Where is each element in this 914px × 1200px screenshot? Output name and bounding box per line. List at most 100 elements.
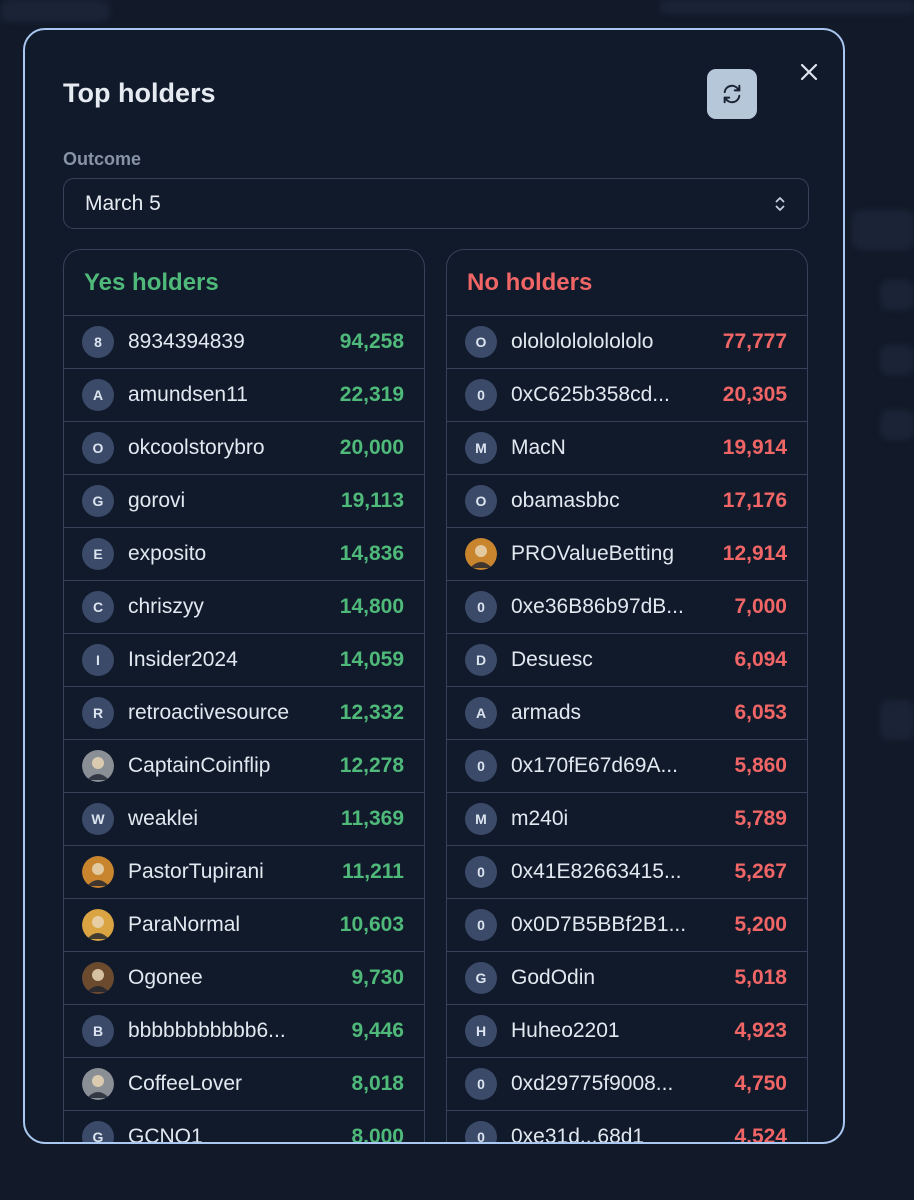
- holder-row[interactable]: Bbbbbbbbbbbb6... 9,446: [64, 1005, 424, 1058]
- avatar: R: [82, 697, 114, 729]
- holder-name: 0x0D7B5BBf2B1...: [511, 913, 687, 936]
- holder-amount: 14,800: [339, 595, 404, 618]
- holder-amount: 17,176: [722, 489, 787, 512]
- holder-amount: 12,278: [339, 754, 404, 777]
- avatar: C: [82, 591, 114, 623]
- holder-row[interactable]: 0 0xd29775f9008... 4,750: [447, 1058, 807, 1111]
- holder-name: ololololololololo: [511, 330, 654, 353]
- holder-row[interactable]: ParaNormal 10,603: [64, 899, 424, 952]
- holder-amount: 4,524: [734, 1125, 787, 1144]
- avatar: O: [82, 432, 114, 464]
- holder-row[interactable]: PastorTupirani 11,211: [64, 846, 424, 899]
- holder-row[interactable]: Aarmads 6,053: [447, 687, 807, 740]
- holder-amount: 11,369: [340, 807, 404, 830]
- outcome-label: Outcome: [63, 149, 142, 169]
- holder-row[interactable]: I Insider2024 14,059: [64, 634, 424, 687]
- holder-row[interactable]: CoffeeLover 8,018: [64, 1058, 424, 1111]
- avatar: 8: [82, 326, 114, 358]
- holder-amount: 94,258: [339, 330, 404, 353]
- holder-row[interactable]: 8 8934394839 94,258: [64, 316, 424, 369]
- holder-amount: 7,000: [734, 595, 787, 618]
- refresh-icon: [723, 84, 741, 104]
- holder-row[interactable]: Eexposito 14,836: [64, 528, 424, 581]
- avatar: [465, 538, 497, 570]
- holder-row[interactable]: Cchriszyy 14,800: [64, 581, 424, 634]
- holder-name: Insider2024: [128, 648, 238, 671]
- holder-row[interactable]: 0 0xe36B86b97dB... 7,000: [447, 581, 807, 634]
- holder-amount: 4,750: [734, 1072, 787, 1095]
- avatar: 0: [465, 1068, 497, 1100]
- avatar: A: [82, 379, 114, 411]
- holder-row[interactable]: Ogonee 9,730: [64, 952, 424, 1005]
- holder-name: obamasbbc: [511, 489, 620, 512]
- avatar: 0: [465, 591, 497, 623]
- holder-row[interactable]: Rretroactivesource 12,332: [64, 687, 424, 740]
- holder-amount: 77,777: [722, 330, 787, 353]
- backdrop-shape: [880, 410, 914, 440]
- holder-amount: 10,603: [339, 913, 404, 936]
- holder-row[interactable]: H Huheo2201 4,923: [447, 1005, 807, 1058]
- holder-name: okcoolstorybro: [128, 436, 265, 459]
- holder-row[interactable]: PROValueBetting 12,914: [447, 528, 807, 581]
- outcome-select[interactable]: March 5: [63, 178, 809, 229]
- holder-name: armads: [511, 701, 582, 724]
- holder-row[interactable]: D Desuesc 6,094: [447, 634, 807, 687]
- avatar: A: [465, 697, 497, 729]
- backdrop-shape: [880, 280, 914, 310]
- holder-row[interactable]: Oobamasbbc 17,176: [447, 475, 807, 528]
- holder-amount: 20,305: [722, 383, 787, 406]
- modal-title: Top holders: [63, 78, 216, 108]
- holder-row[interactable]: 0 0xC625b358cd... 20,305: [447, 369, 807, 422]
- holder-name: ParaNormal: [128, 913, 241, 936]
- holder-name: m240i: [511, 807, 569, 830]
- holder-name: gorovi: [128, 489, 186, 512]
- holder-row[interactable]: Oololololololololo 77,777: [447, 316, 807, 369]
- holder-amount: 12,914: [722, 542, 787, 565]
- avatar: 0: [465, 856, 497, 888]
- backdrop-shape: [880, 700, 914, 740]
- avatar: B: [82, 1015, 114, 1047]
- holder-amount: 4,923: [734, 1019, 787, 1042]
- holder-row[interactable]: Aamundsen11 22,319: [64, 369, 424, 422]
- holder-row[interactable]: 0 0x41E82663415... 5,267: [447, 846, 807, 899]
- close-button[interactable]: [795, 58, 823, 86]
- avatar: G: [82, 485, 114, 517]
- holder-amount: 5,860: [734, 754, 787, 777]
- holder-row[interactable]: CaptainCoinflip 12,278: [64, 740, 424, 793]
- avatar: M: [465, 803, 497, 835]
- holder-row[interactable]: 0 0x0D7B5BBf2B1... 5,200: [447, 899, 807, 952]
- holder-name: 0xd29775f9008...: [511, 1072, 674, 1095]
- holder-row[interactable]: Wweaklei 11,369: [64, 793, 424, 846]
- holder-row[interactable]: Ggorovi 19,113: [64, 475, 424, 528]
- avatar: G: [465, 962, 497, 994]
- holder-row[interactable]: Ookcoolstorybro 20,000: [64, 422, 424, 475]
- avatar: [82, 909, 114, 941]
- close-icon: [800, 63, 818, 81]
- avatar: O: [465, 326, 497, 358]
- holder-name: Huheo2201: [511, 1019, 620, 1042]
- holder-row[interactable]: G GCNO1 8,000: [64, 1111, 424, 1142]
- holder-amount: 11,211: [342, 860, 404, 883]
- holder-amount: 6,053: [734, 701, 787, 724]
- yes-holders-title: Yes holders: [64, 250, 424, 316]
- refresh-button[interactable]: [707, 69, 757, 119]
- holder-amount: 5,018: [734, 966, 787, 989]
- top-holders-modal: Top holders Outcome March 5 Yes holders …: [23, 28, 845, 1144]
- holder-amount: 14,836: [339, 542, 404, 565]
- holder-name: 0x170fE67d69A...: [511, 754, 678, 777]
- holder-row[interactable]: Mm240i 5,789: [447, 793, 807, 846]
- avatar: [82, 750, 114, 782]
- outcome-select-value: March 5: [85, 191, 161, 215]
- holder-row[interactable]: G GodOdin 5,018: [447, 952, 807, 1005]
- holder-name: retroactivesource: [128, 701, 290, 724]
- avatar: G: [82, 1121, 114, 1142]
- avatar: 0: [465, 750, 497, 782]
- holder-row[interactable]: 0 0xe31d...68d1 4,524: [447, 1111, 807, 1144]
- holder-name: CoffeeLover: [128, 1072, 243, 1095]
- holder-name: 0xe36B86b97dB...: [511, 595, 684, 618]
- holder-amount: 5,200: [734, 913, 787, 936]
- avatar: 0: [465, 379, 497, 411]
- holder-amount: 8,018: [351, 1072, 404, 1095]
- holder-row[interactable]: M MacN 19,914: [447, 422, 807, 475]
- holder-row[interactable]: 0 0x170fE67d69A... 5,860: [447, 740, 807, 793]
